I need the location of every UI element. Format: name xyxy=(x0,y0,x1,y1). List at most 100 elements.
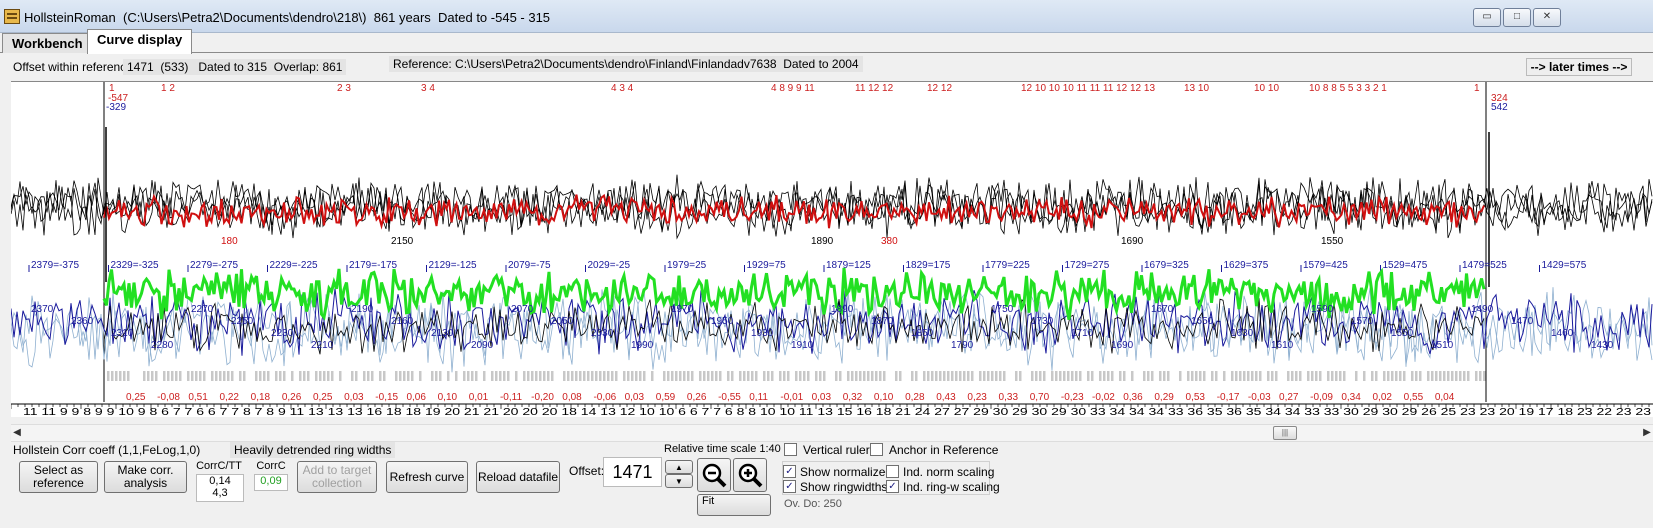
arrow-up-icon: ▲ xyxy=(675,462,683,472)
lower-curve-label: 1950 xyxy=(711,316,734,327)
overlap-bar xyxy=(151,371,154,381)
overlap-bar xyxy=(1427,371,1430,381)
tab-curve-display[interactable]: Curve display xyxy=(87,29,193,54)
refresh-curve-button[interactable]: Refresh curve xyxy=(386,461,468,493)
overlap-bar xyxy=(1363,371,1366,381)
overlap-bar xyxy=(1307,371,1310,381)
overlap-bar xyxy=(351,371,354,381)
overlap-bar xyxy=(1179,371,1182,381)
minimize-button[interactable]: ▭ xyxy=(1473,8,1501,27)
later-times-button[interactable]: --> later times --> xyxy=(1526,58,1632,76)
overlap-bar xyxy=(943,371,946,381)
overlap-bar xyxy=(1271,371,1274,381)
close-button[interactable]: ✕ xyxy=(1533,8,1561,27)
scroll-right-icon[interactable]: ▶ xyxy=(1641,427,1653,438)
curve-plot-canvas: 1 1 2 2 3 3 4 4 3 4 4 8 9 9 11 11 12 12 12 12 12… xyxy=(11,82,1653,417)
reload-datafile-button[interactable]: Reload datafile xyxy=(476,461,560,493)
ind-ringw-scaling-checkbox[interactable]: ✓ Ind. ring-w scaling xyxy=(886,479,1000,495)
overlap-bar xyxy=(163,371,166,381)
overlap-bar xyxy=(339,371,342,381)
overlap-bar xyxy=(543,371,546,381)
overlap-bar xyxy=(1375,371,1378,381)
overlap-bar xyxy=(1319,371,1322,381)
show-normalized-checkbox[interactable]: ✓ Show normalized xyxy=(783,464,892,480)
title-info: (C:\Users\Petra2\Documents\dendro\218\) … xyxy=(115,10,551,25)
overlap-bar xyxy=(1087,371,1090,381)
overlap-bar xyxy=(911,371,914,381)
overlap-bar xyxy=(267,371,270,381)
overlap-bar xyxy=(127,371,130,381)
overlap-bar xyxy=(983,371,986,381)
overlap-bar xyxy=(1315,371,1318,381)
overlap-bar xyxy=(299,371,302,381)
offset-input[interactable]: 1471 xyxy=(603,457,662,487)
overlap-bar xyxy=(403,371,406,381)
overlap-bar xyxy=(1391,371,1394,381)
overlap-bar xyxy=(1119,371,1122,381)
overlap-bar xyxy=(495,371,498,381)
lower-curve-label: 2030 xyxy=(591,328,614,339)
offset-down-button[interactable]: ▼ xyxy=(665,474,693,488)
overlap-bar xyxy=(431,371,434,381)
lower-curve-label: 1710 xyxy=(1071,328,1094,339)
overlap-bar xyxy=(1331,371,1334,381)
overlap-bar xyxy=(1475,371,1478,381)
curve-plot[interactable]: 1 1 2 2 3 3 4 4 3 4 4 8 9 9 11 11 12 12 12 12 12… xyxy=(11,81,1653,417)
maximize-button[interactable]: □ xyxy=(1503,8,1531,27)
overlap-bar xyxy=(1075,371,1078,381)
overlap-bar xyxy=(563,371,566,381)
overlap-bar xyxy=(1459,371,1462,381)
overlap-bar xyxy=(1383,371,1386,381)
overlap-bar xyxy=(463,371,466,381)
overlap-bar xyxy=(1355,371,1358,381)
overlap-bar xyxy=(743,371,746,381)
overlap-bar xyxy=(1455,371,1458,381)
overlap-bar xyxy=(1091,371,1094,381)
ind-norm-scaling-checkbox[interactable]: Ind. norm scaling xyxy=(886,464,994,480)
overlap-bar xyxy=(475,371,478,381)
overlap-bar xyxy=(751,371,754,381)
offset-up-button[interactable]: ▲ xyxy=(665,460,693,474)
overlap-bar xyxy=(107,371,110,381)
overlap-bar xyxy=(939,371,942,381)
correlation-value: 0,02 xyxy=(1373,392,1393,403)
overlap-bar xyxy=(855,371,858,381)
select-as-reference-button[interactable]: Select as reference xyxy=(19,461,98,493)
overlap-bar xyxy=(199,371,202,381)
ind-ringw-label: Ind. ring-w scaling xyxy=(903,480,1000,494)
lower-curve-label: 1570 xyxy=(1351,316,1374,327)
add-to-target-collection-button[interactable]: Add to target collection xyxy=(297,461,377,493)
correlation-value: 0,25 xyxy=(313,392,333,403)
overlap-bar xyxy=(1019,371,1022,381)
lower-curve-label: 2370 xyxy=(31,304,54,315)
show-ringwidths-checkbox[interactable]: ✓ Show ringwidths xyxy=(783,479,887,495)
scroll-thumb[interactable]: ||| xyxy=(1273,426,1297,440)
anchor-in-reference-checkbox[interactable]: Anchor in Reference xyxy=(870,442,1060,458)
overlap-bar xyxy=(1399,371,1402,381)
correlation-value: -0,15 xyxy=(375,392,398,403)
tab-workbench[interactable]: Workbench xyxy=(2,33,93,53)
corrc-value: 0,09 xyxy=(254,474,288,491)
correlation-value: 0,70 xyxy=(1030,392,1050,403)
overlap-bar xyxy=(1103,371,1106,381)
overlap-bar xyxy=(255,371,258,381)
corrc-tt-label: CorrC/TT xyxy=(196,460,242,472)
horizontal-scrollbar[interactable]: ◀ ||| ▶ xyxy=(11,424,1653,442)
make-corr-analysis-button[interactable]: Make corr. analysis xyxy=(104,461,187,493)
zoom-in-button[interactable] xyxy=(733,458,767,492)
overlap-bar xyxy=(179,371,182,381)
ind-norm-label: Ind. norm scaling xyxy=(903,465,995,479)
fit-button[interactable]: Fit xyxy=(697,494,771,516)
zoom-out-button[interactable] xyxy=(697,458,731,492)
overlap-bar xyxy=(1203,371,1206,381)
overlap-bar xyxy=(1415,371,1418,381)
overlap-bar xyxy=(875,371,878,381)
overlap-bar xyxy=(835,371,838,381)
timeline-label: 2179=-175 xyxy=(349,260,398,271)
overlap-bar xyxy=(291,371,294,381)
scroll-left-icon[interactable]: ◀ xyxy=(11,427,23,438)
lower-curve-label: 1590 xyxy=(1311,304,1334,315)
timeline-label: 2279=-275 xyxy=(190,260,239,271)
lower-curve-label: 1490 xyxy=(1471,304,1494,315)
overlap-bar xyxy=(947,371,950,381)
